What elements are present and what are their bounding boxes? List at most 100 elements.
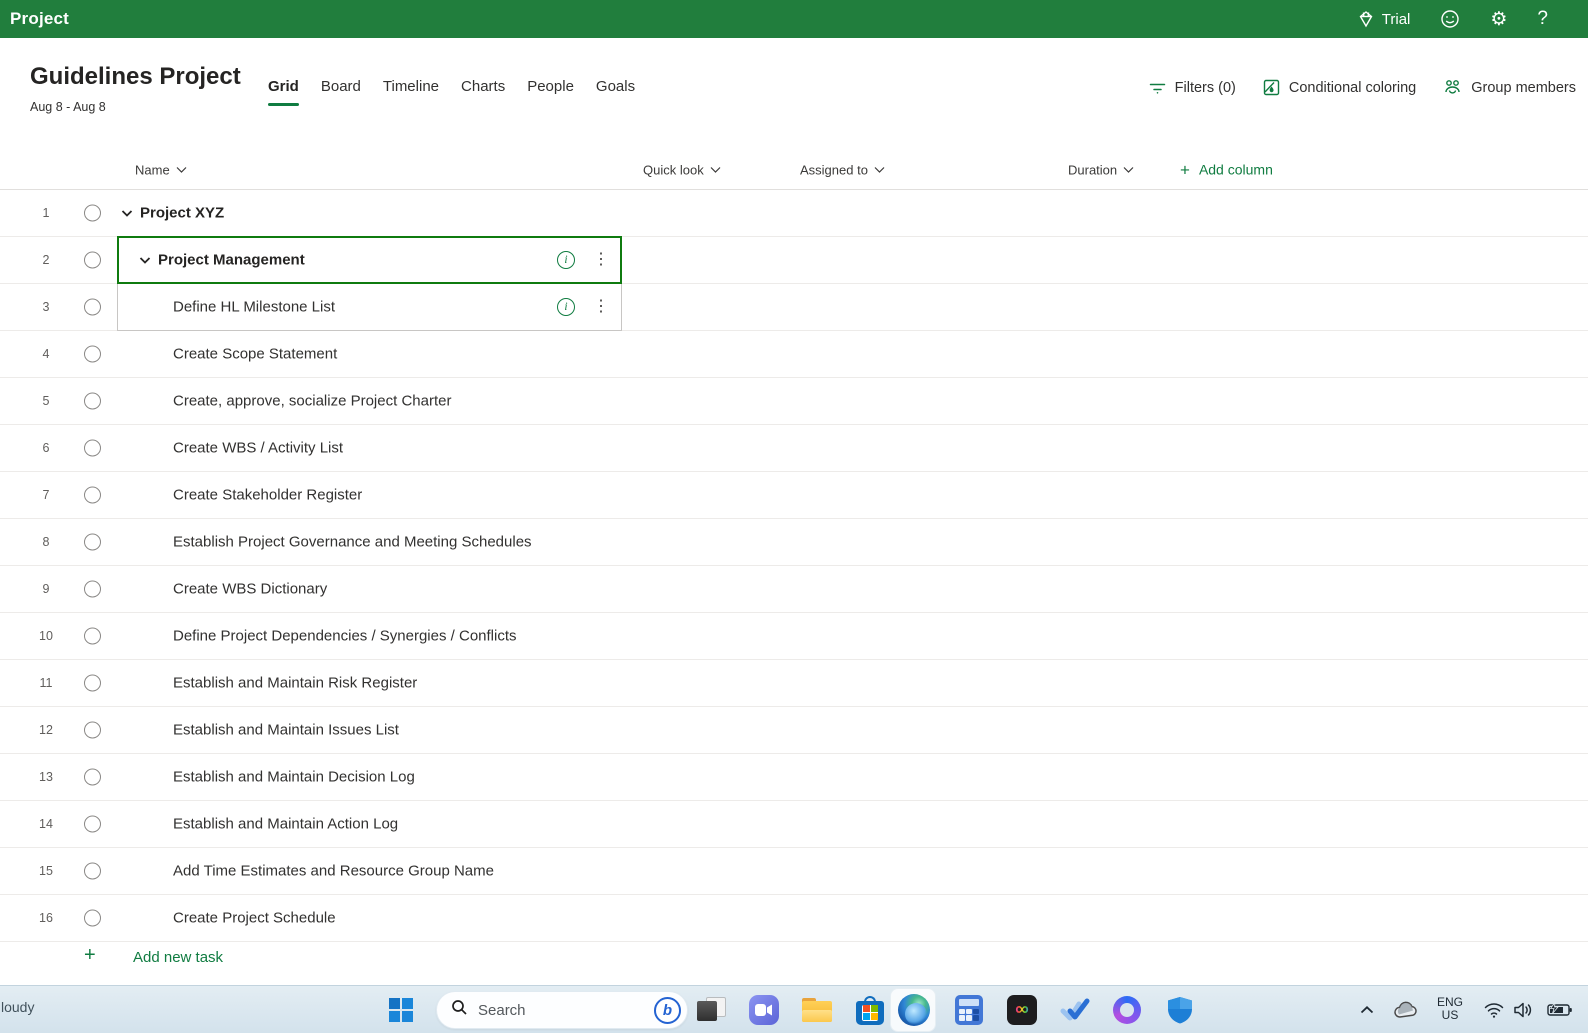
windows-security-icon[interactable] [1163, 993, 1197, 1027]
language-indicator[interactable]: ENG US [1437, 996, 1463, 1024]
expand-chevron-icon[interactable] [121, 209, 133, 217]
volume-icon[interactable] [1513, 1001, 1533, 1018]
trial-badge[interactable]: Trial [1357, 10, 1411, 28]
task-menu-icon[interactable]: ⋮ [593, 252, 609, 268]
column-header-quick-look[interactable]: Quick look [643, 162, 721, 177]
task-view-icon[interactable] [694, 993, 728, 1027]
add-column-button[interactable]: + Add column [1180, 161, 1273, 178]
feedback-button[interactable] [1440, 9, 1460, 29]
weather-widget[interactable]: loudy [1, 999, 34, 1015]
loop-icon[interactable] [1110, 993, 1144, 1027]
windows-start-icon[interactable] [389, 998, 413, 1022]
task-name-cell[interactable]: Define Project Dependencies / Synergies … [173, 628, 517, 645]
task-info-icon[interactable]: i [557, 298, 575, 316]
conditional-coloring-button[interactable]: Conditional coloring [1262, 78, 1416, 97]
task-complete-circle[interactable] [84, 675, 101, 692]
row-number[interactable]: 11 [32, 676, 60, 690]
task-name-cell[interactable]: Establish and Maintain Action Log [173, 816, 398, 833]
task-complete-circle[interactable] [84, 910, 101, 927]
row-number[interactable]: 16 [32, 911, 60, 925]
table-row: 15 Add Time Estimates and Resource Group… [0, 848, 1588, 895]
task-complete-circle[interactable] [84, 252, 101, 269]
calculator-icon[interactable] [952, 993, 986, 1027]
store-icon[interactable] [853, 993, 887, 1027]
row-number[interactable]: 1 [32, 206, 60, 220]
tab-goals[interactable]: Goals [596, 78, 635, 106]
tab-charts[interactable]: Charts [461, 78, 505, 106]
row-number[interactable]: 7 [32, 488, 60, 502]
task-name: Create WBS Dictionary [173, 581, 327, 598]
row-number[interactable]: 2 [32, 253, 60, 267]
add-new-task-button[interactable]: Add new task [133, 949, 223, 966]
task-complete-circle[interactable] [84, 534, 101, 551]
task-rows: 1 Project XYZ 2 Project Management i [0, 190, 1588, 942]
task-name-cell[interactable]: Project XYZ [121, 205, 224, 222]
plus-icon[interactable]: + [84, 944, 96, 967]
row-number[interactable]: 12 [32, 723, 60, 737]
task-complete-circle[interactable] [84, 346, 101, 363]
task-complete-circle[interactable] [84, 487, 101, 504]
row-number[interactable]: 4 [32, 347, 60, 361]
task-name-cell[interactable]: Create, approve, socialize Project Chart… [173, 393, 451, 410]
row-number[interactable]: 9 [32, 582, 60, 596]
tray-chevron-up-icon[interactable] [1360, 1005, 1374, 1014]
row-number[interactable]: 14 [32, 817, 60, 831]
edge-icon[interactable] [897, 993, 931, 1027]
row-number[interactable]: 15 [32, 864, 60, 878]
tab-board[interactable]: Board [321, 78, 361, 106]
tab-people[interactable]: People [527, 78, 574, 106]
task-menu-icon[interactable]: ⋮ [593, 299, 609, 315]
group-members-icon [1442, 78, 1463, 97]
task-name-cell[interactable]: Create Stakeholder Register [173, 487, 362, 504]
file-explorer-icon[interactable] [800, 993, 834, 1027]
row-number[interactable]: 6 [32, 441, 60, 455]
task-complete-circle[interactable] [84, 299, 101, 316]
row-number[interactable]: 5 [32, 394, 60, 408]
task-name-cell[interactable]: Create Project Schedule [173, 910, 336, 927]
group-members-button[interactable]: Group members [1442, 78, 1576, 97]
task-complete-circle[interactable] [84, 581, 101, 598]
task-name-cell[interactable]: Define HL Milestone List [173, 299, 335, 316]
task-complete-circle[interactable] [84, 816, 101, 833]
task-complete-circle[interactable] [84, 393, 101, 410]
tab-timeline[interactable]: Timeline [383, 78, 439, 106]
task-name-cell[interactable]: Establish and Maintain Risk Register [173, 675, 417, 692]
filters-button[interactable]: Filters (0) [1148, 78, 1236, 97]
task-name-cell[interactable]: Create WBS Dictionary [173, 581, 327, 598]
task-info-icon[interactable]: i [557, 251, 575, 269]
task-complete-circle[interactable] [84, 205, 101, 222]
task-complete-circle[interactable] [84, 440, 101, 457]
task-name-cell[interactable]: Create Scope Statement [173, 346, 337, 363]
row-number[interactable]: 8 [32, 535, 60, 549]
row-number[interactable]: 13 [32, 770, 60, 784]
task-name-cell[interactable]: Establish Project Governance and Meeting… [173, 534, 532, 551]
chat-icon[interactable] [747, 993, 781, 1027]
creative-cloud-icon[interactable]: ∞ [1005, 993, 1039, 1027]
settings-button[interactable]: ⚙ [1490, 10, 1507, 29]
task-name-cell[interactable]: Add Time Estimates and Resource Group Na… [173, 863, 494, 880]
battery-icon[interactable] [1547, 1002, 1573, 1017]
task-complete-circle[interactable] [84, 863, 101, 880]
wifi-icon[interactable] [1484, 1002, 1504, 1018]
todo-icon[interactable] [1058, 993, 1092, 1027]
task-complete-circle[interactable] [84, 769, 101, 786]
task-complete-circle[interactable] [84, 722, 101, 739]
task-name-cell[interactable]: Establish and Maintain Issues List [173, 722, 399, 739]
taskbar-search-input[interactable]: Search b [436, 991, 688, 1029]
row-number[interactable]: 3 [32, 300, 60, 314]
help-button[interactable]: ? [1537, 8, 1548, 30]
onedrive-cloud-icon[interactable] [1394, 1001, 1418, 1018]
column-header-duration[interactable]: Duration [1068, 162, 1134, 177]
row-number[interactable]: 10 [32, 629, 60, 643]
tab-grid[interactable]: Grid [268, 78, 299, 106]
task-name-cell[interactable]: Project Management [139, 252, 305, 269]
task-name-cell[interactable]: Create WBS / Activity List [173, 440, 343, 457]
column-header-name[interactable]: Name [135, 162, 187, 177]
task-name: Establish Project Governance and Meeting… [173, 534, 532, 551]
column-header-assigned-to[interactable]: Assigned to [800, 162, 885, 177]
task-name-cell[interactable]: Establish and Maintain Decision Log [173, 769, 415, 786]
task-complete-circle[interactable] [84, 628, 101, 645]
table-row: 11 Establish and Maintain Risk Register [0, 660, 1588, 707]
expand-chevron-icon[interactable] [139, 256, 151, 264]
plus-icon: + [1180, 161, 1190, 178]
